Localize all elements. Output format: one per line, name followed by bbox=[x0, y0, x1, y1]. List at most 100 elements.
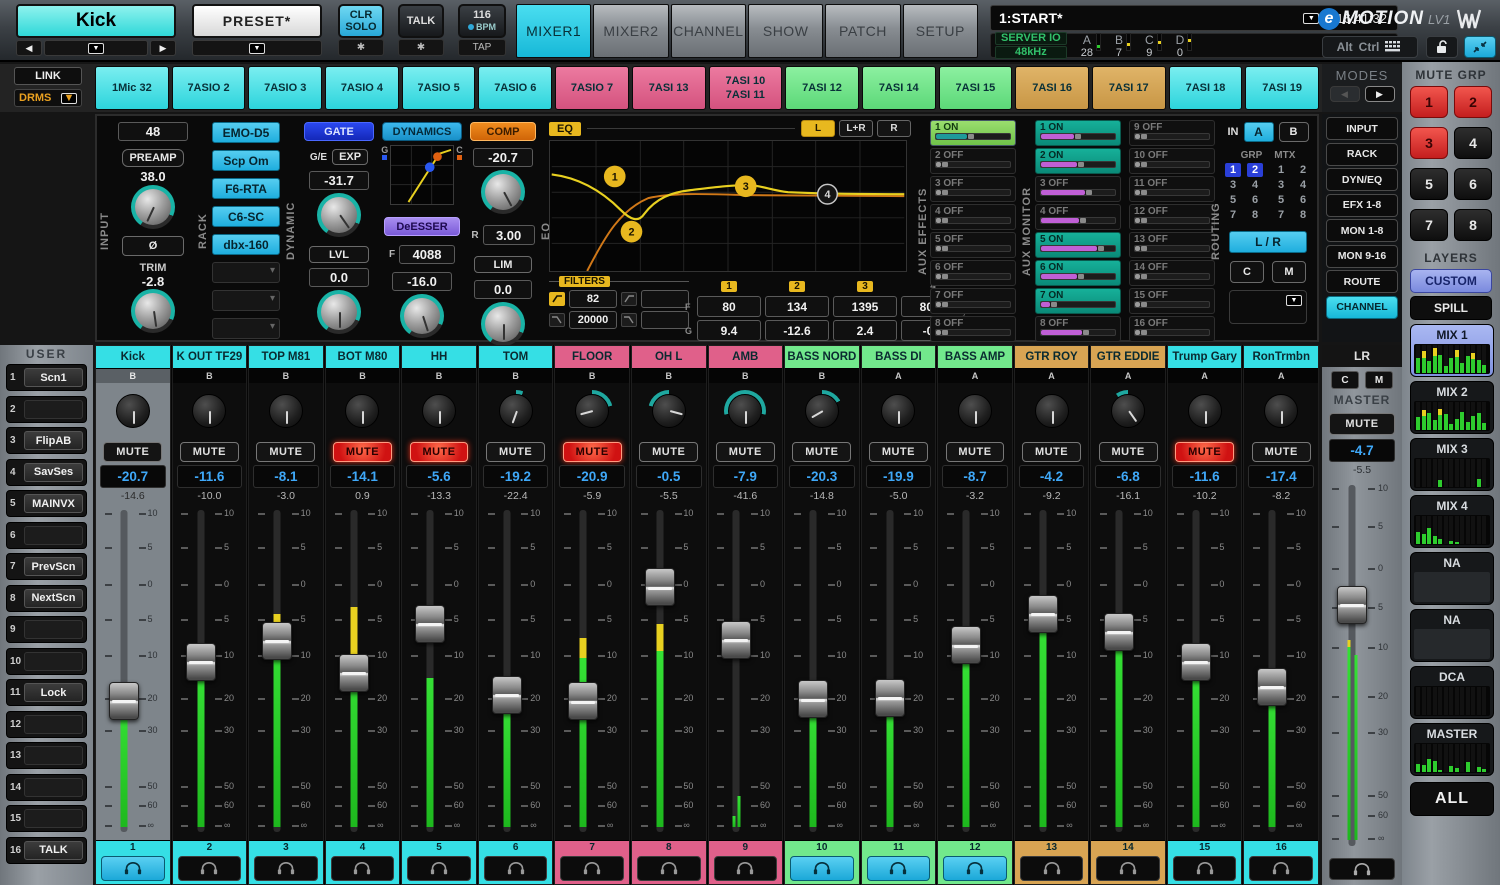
mute-button[interactable]: MUTE bbox=[180, 442, 239, 462]
aux-send-slider[interactable] bbox=[1040, 301, 1116, 308]
eq-band-2-g[interactable]: -12.6 bbox=[765, 320, 829, 341]
pan-knob[interactable] bbox=[112, 390, 154, 432]
headphone-button[interactable] bbox=[943, 856, 1007, 881]
eq-band-2-f[interactable]: 134 bbox=[765, 296, 829, 317]
channel-source-layer[interactable]: B bbox=[479, 369, 553, 383]
lvl-button[interactable]: LVL bbox=[309, 246, 369, 263]
master-cue-button[interactable]: C bbox=[1331, 371, 1359, 389]
mute-button[interactable]: MUTE bbox=[563, 442, 622, 462]
preamp-gain-knob[interactable] bbox=[131, 185, 175, 229]
mute-button[interactable]: MUTE bbox=[869, 442, 928, 462]
fader-area[interactable]: 105051020305060∞ bbox=[1244, 503, 1318, 840]
aux-send-slider[interactable] bbox=[935, 133, 1011, 140]
pan-knob[interactable] bbox=[954, 390, 996, 432]
source-tab-12[interactable]: 7ASI 15 bbox=[939, 66, 1013, 110]
user-button-4[interactable]: 4SavSes bbox=[6, 459, 87, 486]
lpf-icon[interactable] bbox=[549, 313, 565, 327]
source-tab-13[interactable]: 7ASI 16 bbox=[1015, 66, 1089, 110]
fader-value[interactable]: -14.1 bbox=[330, 465, 396, 488]
source-tab-2[interactable]: 7ASIO 2 bbox=[172, 66, 246, 110]
link-button[interactable]: LINK bbox=[14, 67, 82, 85]
mode-rack[interactable]: RACK bbox=[1326, 143, 1398, 166]
user-button-7[interactable]: 7PrevScn bbox=[6, 553, 87, 580]
headphone-button[interactable] bbox=[1096, 856, 1160, 881]
rack-slot-5[interactable]: dbx-160 bbox=[212, 234, 280, 255]
window-collapse-button[interactable] bbox=[1464, 36, 1496, 58]
user-button-8[interactable]: 8NextScn bbox=[6, 585, 87, 612]
aux-mon-send-4[interactable]: 4 OFF bbox=[1035, 204, 1121, 230]
source-tab-6[interactable]: 7ASIO 6 bbox=[478, 66, 552, 110]
channel-name[interactable]: BASS AMP bbox=[938, 346, 1012, 369]
session-name[interactable]: 1:START* bbox=[999, 10, 1297, 26]
aux-mon-send-7[interactable]: 7 ON bbox=[1035, 288, 1121, 314]
fader-value[interactable]: -5.6 bbox=[406, 465, 472, 488]
aux-mon2-send-15[interactable]: 15 OFF bbox=[1129, 288, 1215, 314]
headphone-button[interactable] bbox=[1249, 856, 1313, 881]
user-button-10[interactable]: 10 bbox=[6, 648, 87, 675]
channel-name[interactable]: TOP M81 bbox=[249, 346, 323, 369]
trim-knob[interactable] bbox=[131, 289, 175, 333]
eq-band-3-f[interactable]: 1395 bbox=[833, 296, 897, 317]
master-headphone-button[interactable] bbox=[1329, 858, 1395, 880]
fader-area[interactable]: 105051020305060∞ bbox=[1015, 503, 1089, 840]
hpf-freq[interactable]: 82 bbox=[569, 290, 617, 308]
preset-dropdown[interactable]: ▼ bbox=[192, 40, 322, 56]
master-fader-value[interactable]: -4.7 bbox=[1329, 439, 1395, 462]
aux-send-slider[interactable] bbox=[935, 217, 1011, 224]
headphone-button[interactable] bbox=[1173, 856, 1237, 881]
headphone-button[interactable] bbox=[560, 856, 624, 881]
user-button-13[interactable]: 13 bbox=[6, 742, 87, 769]
user-button-11[interactable]: 11Lock bbox=[6, 679, 87, 706]
fader-area[interactable]: 105051020305060∞ bbox=[862, 503, 936, 840]
channel-source-layer[interactable]: B bbox=[785, 369, 859, 383]
comp-gain-knob[interactable] bbox=[481, 302, 525, 346]
headphone-button[interactable] bbox=[254, 856, 318, 881]
aux-send-slider[interactable] bbox=[1134, 217, 1210, 224]
layer-mix-1[interactable]: MIX 1 bbox=[1410, 324, 1494, 377]
layer-spill-button[interactable]: SPILL bbox=[1410, 296, 1492, 320]
source-tab-9[interactable]: 7ASI 107ASI 11 bbox=[709, 66, 783, 110]
mute-button[interactable]: MUTE bbox=[639, 442, 698, 462]
mute-group-4[interactable]: 4 bbox=[1454, 127, 1492, 159]
tab-show[interactable]: SHOW bbox=[748, 4, 823, 58]
aux-send-slider[interactable] bbox=[935, 245, 1011, 252]
hpf2-freq[interactable] bbox=[641, 290, 689, 308]
num-grp-3[interactable]: 3 bbox=[1225, 178, 1241, 192]
channel-source-layer[interactable]: B bbox=[96, 369, 170, 383]
num-mtx-5[interactable]: 5 bbox=[1273, 193, 1289, 207]
channel-name[interactable]: Kick bbox=[96, 346, 170, 369]
pan-knob[interactable] bbox=[877, 390, 919, 432]
solo-settings-gear-icon[interactable]: ✱ bbox=[338, 39, 384, 56]
fader-area[interactable]: 105051020305060∞ bbox=[1168, 503, 1242, 840]
comp-button[interactable]: COMP bbox=[470, 122, 536, 141]
fader-cap[interactable] bbox=[109, 682, 139, 720]
lr-assign-button[interactable]: L / R bbox=[1229, 231, 1307, 253]
headphone-button[interactable] bbox=[331, 856, 395, 881]
pan-knob[interactable] bbox=[265, 390, 307, 432]
mute-group-6[interactable]: 6 bbox=[1454, 168, 1492, 200]
source-tab-14[interactable]: 7ASI 17 bbox=[1092, 66, 1166, 110]
pan-knob[interactable] bbox=[1260, 390, 1302, 432]
layer-all-button[interactable]: ALL bbox=[1410, 782, 1494, 816]
mute-group-3[interactable]: 3 bbox=[1410, 127, 1448, 159]
modes-prev-arrow[interactable]: ◀ bbox=[1330, 86, 1360, 102]
master-monitor-button[interactable]: M bbox=[1365, 371, 1393, 389]
fader-cap[interactable] bbox=[1181, 643, 1211, 681]
channel-source-layer[interactable]: A bbox=[938, 369, 1012, 383]
channel-source-layer[interactable]: B bbox=[249, 369, 323, 383]
fader-value[interactable]: -11.6 bbox=[177, 465, 243, 488]
preset-display[interactable]: PRESET* bbox=[192, 4, 322, 38]
eq-band-3-g[interactable]: 2.4 bbox=[833, 320, 897, 341]
layer-na[interactable]: NA bbox=[1410, 552, 1494, 605]
rack-slot-empty[interactable]: ▾ bbox=[212, 290, 280, 311]
eq-band-number[interactable]: 3 bbox=[857, 281, 873, 292]
aux-fx-send-7[interactable]: 7 OFF bbox=[930, 288, 1016, 314]
channel-source-layer[interactable]: A bbox=[1015, 369, 1089, 383]
aux-mon2-send-12[interactable]: 12 OFF bbox=[1129, 204, 1215, 230]
input-b-button[interactable]: B bbox=[1279, 122, 1309, 142]
aux-mon-send-3[interactable]: 3 OFF bbox=[1035, 176, 1121, 202]
gate-level-knob[interactable] bbox=[317, 290, 361, 334]
layer-master[interactable]: MASTER bbox=[1410, 723, 1494, 776]
fader-area[interactable]: 105051020305060∞ bbox=[326, 503, 400, 840]
aux-fx-send-6[interactable]: 6 OFF bbox=[930, 260, 1016, 286]
